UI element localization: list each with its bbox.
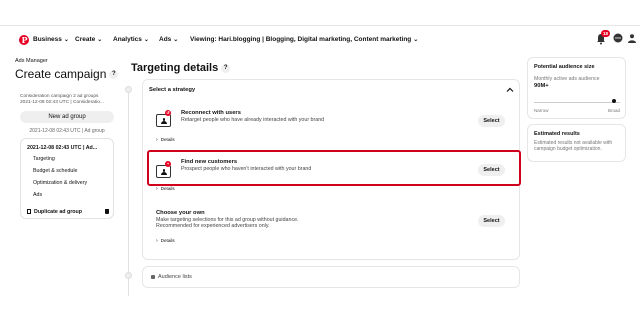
account-switcher[interactable]: Viewing: Hari.blogging | Blogging, Digit…: [190, 36, 418, 43]
highlight-box: [147, 150, 521, 186]
broad-label: Broad: [608, 108, 621, 113]
page-title: Create campaign?: [15, 67, 119, 81]
sidebar-item-budget[interactable]: Budget & schedule: [33, 168, 77, 174]
retarget-badge-icon: ↺: [165, 110, 171, 116]
sidebar-item-ads[interactable]: Ads: [33, 192, 42, 198]
chevron-up-icon[interactable]: [506, 86, 514, 94]
copy-icon: [27, 209, 31, 215]
notification-badge: 18: [601, 30, 611, 37]
option-choose-own-details[interactable]: › Details: [156, 238, 175, 244]
user-icon[interactable]: [627, 33, 637, 43]
step-progress-line: [128, 86, 129, 296]
estimated-results-card: Estimated results Estimated results not …: [527, 124, 626, 162]
ad-group-date: 2021-12-08 02:43 UTC | Ad group: [29, 128, 105, 134]
chevron-down-icon: ⌄: [413, 37, 419, 43]
trash-icon[interactable]: [105, 209, 109, 214]
option-choose-own-title: Choose your own: [156, 210, 205, 216]
campaign-summary[interactable]: Consideration campaign 2 ad groups 2021-…: [20, 94, 116, 106]
chevron-down-icon: ⌄: [97, 37, 103, 43]
ad-group-title[interactable]: 2021-12-08 02:43 UTC | Ad...: [27, 145, 97, 151]
top-navigation: [0, 0, 640, 26]
audience-size-card: Potential audience size Monthly active a…: [527, 57, 626, 119]
ad-group-card: 2021-12-08 02:43 UTC | Ad... Targeting B…: [20, 138, 114, 219]
targeting-details-title: Targeting details?: [131, 62, 231, 74]
estimated-results-body: Estimated results not available with cam…: [534, 140, 613, 152]
chevron-down-icon: ⌄: [143, 37, 149, 43]
select-reconnect-button[interactable]: Select: [478, 115, 505, 127]
lock-icon: [151, 274, 155, 279]
chevron-down-icon: ⌄: [173, 37, 179, 43]
chevron-right-icon: ›: [156, 137, 158, 143]
option-reconnect-details[interactable]: › Details: [156, 137, 175, 143]
duplicate-ad-group-button[interactable]: Duplicate ad group: [27, 209, 82, 215]
help-icon[interactable]: ?: [221, 63, 231, 73]
option-find-new-details[interactable]: › Details: [156, 186, 175, 192]
help-icon[interactable]: ?: [109, 70, 119, 80]
audience-lists-panel[interactable]: Audience lists: [142, 266, 520, 288]
audience-size-bar: [534, 102, 620, 103]
option-reconnect-desc: Retarget people who have already interac…: [181, 117, 325, 123]
audience-size-indicator: [611, 99, 616, 103]
chevron-down-icon: ⌄: [63, 37, 69, 43]
audience-size-subtitle: Monthly active ads audience: [534, 76, 600, 82]
option-reconnect-title: Reconnect with users: [181, 110, 241, 116]
nav-business[interactable]: Business ⌄: [33, 36, 69, 43]
audience-size-value: 90M+: [534, 83, 549, 89]
sidebar-item-targeting[interactable]: Targeting: [33, 156, 55, 162]
nav-create[interactable]: Create ⌄: [75, 36, 102, 43]
audience-size-title: Potential audience size: [534, 64, 595, 70]
narrow-label: Narrow: [534, 108, 549, 113]
select-choose-own-button[interactable]: Select: [478, 215, 505, 227]
step-dot: [125, 86, 132, 93]
step-dot: [125, 272, 132, 279]
nav-ads[interactable]: Ads ⌄: [159, 36, 178, 43]
strategy-header[interactable]: Select a strategy: [149, 87, 195, 93]
new-ad-group-button[interactable]: New ad group: [20, 111, 114, 123]
sidebar-item-optimization[interactable]: Optimization & delivery: [33, 180, 87, 186]
person-icon: [156, 114, 171, 127]
chevron-right-icon: ›: [156, 186, 158, 192]
chevron-right-icon: ›: [156, 238, 158, 244]
option-choose-own-desc: Make targeting selections for this ad gr…: [156, 217, 299, 230]
ads-manager-label: Ads Manager: [15, 58, 48, 64]
chat-icon[interactable]: [613, 33, 623, 43]
estimated-results-title: Estimated results: [534, 131, 580, 137]
nav-analytics[interactable]: Analytics ⌄: [113, 36, 149, 43]
pinterest-logo-icon[interactable]: P: [19, 35, 29, 45]
